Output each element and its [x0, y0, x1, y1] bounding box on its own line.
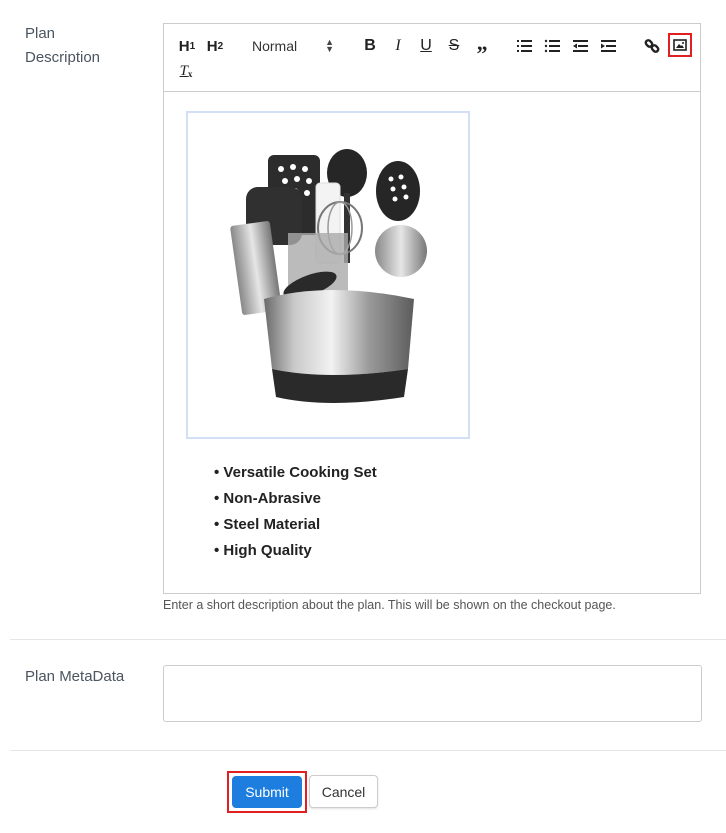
clear-format-icon: T: [179, 62, 188, 79]
label-line-1: Plan: [25, 25, 56, 42]
rich-text-editor: H1 H2 Normal ▲ ▼ B I U S ” Tx • Versatil…: [163, 23, 701, 594]
ordered-list-icon: [517, 40, 532, 52]
feature-item: • Non-Abrasive: [214, 490, 321, 507]
blockquote-icon: ”: [476, 41, 488, 66]
description-help-text: Enter a short description about the plan…: [163, 598, 616, 612]
italic-icon: I: [395, 37, 401, 54]
h2-text: H: [206, 37, 218, 55]
image-icon: [673, 39, 687, 51]
plan-description-label: Plan Description: [25, 22, 100, 70]
label-line-2: Description: [25, 49, 101, 66]
outdent-icon: [573, 40, 588, 52]
link-button[interactable]: [642, 34, 662, 58]
bullet-list-icon: [544, 39, 560, 53]
bullet-list-button[interactable]: [542, 34, 562, 58]
section-divider: [10, 750, 726, 751]
submit-button[interactable]: Submit: [232, 776, 302, 808]
outdent-button[interactable]: [570, 34, 590, 58]
feature-list: • Versatile Cooking Set • Non-Abrasive •…: [214, 460, 377, 564]
h2-sub: 2: [217, 40, 224, 52]
strike-button[interactable]: S: [444, 34, 464, 58]
feature-item: • Steel Material: [214, 516, 321, 533]
clear-format-x: x: [187, 69, 193, 79]
strike-icon: S: [448, 37, 460, 54]
utensil-set-illustration: [230, 149, 427, 403]
link-icon: [644, 39, 660, 53]
submit-highlight: Submit: [227, 771, 307, 813]
bold-icon: B: [364, 37, 376, 54]
clear-format-button[interactable]: Tx: [176, 59, 196, 83]
image-button[interactable]: [668, 33, 692, 57]
select-caret-icon: ▲ ▼: [325, 37, 334, 54]
indent-icon: [601, 40, 616, 52]
ordered-list-button[interactable]: [514, 34, 534, 58]
blockquote-button[interactable]: ”: [472, 34, 492, 66]
indent-button[interactable]: [598, 34, 618, 58]
bold-button[interactable]: B: [360, 34, 380, 58]
editor-toolbar: H1 H2 Normal ▲ ▼ B I U S ” Tx: [164, 24, 700, 92]
cancel-button[interactable]: Cancel: [309, 775, 378, 808]
italic-button[interactable]: I: [388, 34, 408, 58]
plan-metadata-input[interactable]: [163, 665, 702, 722]
product-image[interactable]: [186, 111, 470, 439]
h1-text: H: [178, 37, 190, 55]
underline-button[interactable]: U: [416, 34, 436, 58]
underline-icon: U: [420, 37, 432, 54]
plan-metadata-label: Plan MetaData: [25, 668, 125, 685]
header-1-button[interactable]: H1: [176, 34, 198, 58]
h1-sub: 1: [189, 40, 196, 52]
section-divider: [10, 639, 726, 640]
feature-item: • Versatile Cooking Set: [214, 464, 377, 481]
format-select-value: Normal: [252, 38, 298, 54]
feature-item: • High Quality: [214, 542, 312, 559]
header-2-button[interactable]: H2: [204, 34, 226, 58]
format-select[interactable]: Normal ▲ ▼: [252, 34, 340, 58]
utensil-holder: [264, 290, 414, 375]
